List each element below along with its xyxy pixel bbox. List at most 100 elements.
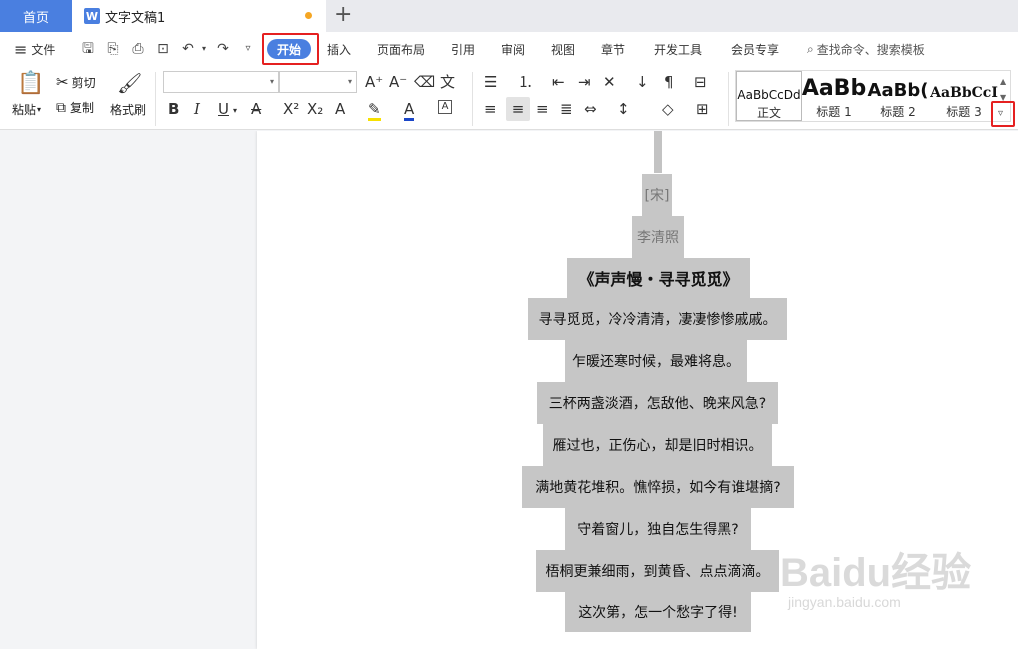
- shading-icon[interactable]: ◇: [662, 100, 674, 118]
- new-tab-button[interactable]: +: [334, 2, 352, 28]
- grow-font-icon[interactable]: A⁺: [365, 73, 383, 91]
- customize-toolbar-icon[interactable]: ▿: [240, 41, 256, 57]
- superscript-icon[interactable]: X²: [283, 100, 299, 118]
- underline-dropdown-icon[interactable]: ▾: [233, 102, 237, 120]
- format-painter-label: 格式刷: [110, 103, 147, 117]
- poem-line-2: 乍暖还寒时候，最难将息。: [565, 340, 747, 382]
- baidu-watermark-url: jingyan.baidu.com: [788, 594, 901, 610]
- scissors-icon: ✂: [56, 73, 69, 91]
- undo-dropdown-icon[interactable]: ▾: [196, 41, 212, 57]
- align-right-icon[interactable]: ≡: [536, 100, 549, 118]
- command-search[interactable]: ⌕ 查找命令、搜索模板: [807, 32, 925, 66]
- divider: [155, 72, 156, 126]
- format-painter-button[interactable]: 格式刷: [110, 101, 146, 118]
- paste-button[interactable]: 粘贴 ▾: [12, 101, 41, 118]
- redo-icon[interactable]: ↷: [215, 41, 231, 57]
- align-left-icon[interactable]: ≡: [484, 100, 497, 118]
- justify-icon[interactable]: ≣: [560, 100, 573, 118]
- menu-page-layout[interactable]: 页面布局: [377, 32, 425, 66]
- show-marks-icon[interactable]: ¶: [664, 73, 674, 91]
- file-menu[interactable]: ≡ 文件: [14, 32, 55, 66]
- style-heading-3-label: 标题 3: [946, 105, 982, 119]
- shrink-font-icon[interactable]: A⁻: [389, 73, 407, 91]
- chinese-layout-icon[interactable]: ✕: [603, 73, 616, 91]
- bullet-list-icon[interactable]: ☰: [484, 73, 497, 91]
- save-icon[interactable]: 🖫: [80, 41, 96, 57]
- paste-label: 粘贴: [12, 103, 37, 117]
- poem-line-5: 满地黄花堆积。憔悴损，如今有谁堪摘?: [522, 466, 794, 508]
- font-color-icon[interactable]: A: [404, 100, 415, 121]
- format-painter-icon[interactable]: 🖌: [117, 72, 142, 94]
- italic-icon[interactable]: I: [194, 100, 200, 118]
- align-center-icon[interactable]: ≡: [506, 97, 530, 121]
- highlight-color-icon[interactable]: ✎: [368, 100, 381, 121]
- copy-icon: ⧉: [56, 99, 66, 116]
- copy-label: 复制: [70, 101, 95, 115]
- menu-view[interactable]: 视图: [551, 32, 575, 66]
- pinyin-guide-icon[interactable]: 文: [440, 73, 455, 91]
- divider: [728, 72, 729, 126]
- poem-line-7: 梧桐更兼细雨，到黄昏、点点滴滴。: [536, 550, 779, 592]
- cut-label: 剪切: [71, 75, 96, 90]
- numbered-list-icon[interactable]: ⒈: [518, 73, 533, 91]
- highlight-box-styles-expand: [991, 101, 1015, 127]
- strikethrough-icon[interactable]: A: [251, 100, 261, 118]
- search-icon: ⌕: [807, 41, 814, 56]
- style-heading-1-label: 标题 1: [816, 105, 852, 119]
- tab-home[interactable]: 首页: [0, 0, 72, 32]
- tab-document[interactable]: W 文字文稿1: [72, 0, 326, 32]
- menu-insert[interactable]: 插入: [327, 32, 351, 66]
- menu-developer-tools[interactable]: 开发工具: [654, 32, 702, 66]
- style-heading-2[interactable]: AaBb( 标题 2: [866, 71, 930, 121]
- poem-author: 李清照: [632, 216, 684, 258]
- sort-icon[interactable]: ↓: [636, 73, 649, 91]
- style-heading-3-preview: AaBbCcI: [930, 85, 998, 101]
- borders-icon[interactable]: ⊞: [696, 100, 709, 118]
- style-heading-3[interactable]: AaBbCcI 标题 3: [930, 71, 998, 121]
- font-size-select[interactable]: ▾: [279, 71, 357, 93]
- menu-references[interactable]: 引用: [451, 32, 475, 66]
- copy-button[interactable]: ⧉ 复制: [56, 99, 94, 116]
- text-effect-icon[interactable]: A: [335, 100, 345, 118]
- poem-line-1: 寻寻觅觅，冷冷清清，凄凄惨惨戚戚。: [528, 298, 787, 340]
- menu-section[interactable]: 章节: [601, 32, 625, 66]
- poem-title: 《声声慢・寻寻觅觅》: [567, 258, 750, 298]
- distributed-icon[interactable]: ⇔: [584, 100, 597, 118]
- poem-line-6: 守着窗儿，独自怎生得黑?: [565, 508, 751, 550]
- command-search-placeholder: 查找命令、搜索模板: [816, 42, 925, 57]
- style-heading-2-preview: AaBb(: [867, 80, 929, 101]
- paste-icon[interactable]: 📋: [17, 72, 44, 96]
- highlight-box-start: [262, 33, 319, 65]
- increase-indent-icon[interactable]: ⇥: [578, 73, 591, 91]
- print-icon[interactable]: ⎙: [130, 41, 146, 57]
- ruler-icon[interactable]: ⊟: [694, 73, 707, 91]
- clear-format-icon[interactable]: ⌫: [414, 73, 435, 91]
- poem-line-8: 这次第，怎一个愁字了得!: [565, 592, 751, 632]
- style-heading-1[interactable]: AaBb 标题 1: [802, 71, 866, 121]
- style-normal[interactable]: AaBbCcDd 正文: [736, 71, 802, 121]
- undo-icon[interactable]: ↶: [180, 41, 196, 57]
- decrease-indent-icon[interactable]: ⇤: [552, 73, 565, 91]
- style-normal-preview: AaBbCcDd: [737, 88, 801, 102]
- menu-member[interactable]: 会员专享: [731, 32, 779, 66]
- line-spacing-icon[interactable]: ↕: [617, 100, 630, 118]
- style-normal-label: 正文: [756, 106, 781, 120]
- poem-line-4: 雁过也，正伤心，却是旧时相识。: [543, 424, 772, 466]
- cut-button[interactable]: ✂ 剪切: [56, 73, 96, 91]
- document-title: 文字文稿1: [105, 10, 166, 26]
- subscript-icon[interactable]: X₂: [307, 100, 323, 118]
- unsaved-dot-icon: [305, 12, 312, 19]
- font-name-select[interactable]: ▾: [163, 71, 279, 93]
- divider: [472, 72, 473, 126]
- menu-review[interactable]: 审阅: [501, 32, 525, 66]
- style-heading-2-label: 标题 2: [880, 105, 916, 119]
- styles-gallery: AaBbCcDd 正文 AaBb 标题 1 AaBb( 标题 2 AaBbCcI…: [735, 70, 1011, 122]
- poem-line-3: 三杯两盏淡酒，怎敌他、晚来风急?: [537, 382, 778, 424]
- export-pdf-icon[interactable]: ⎘: [105, 41, 121, 57]
- underline-icon[interactable]: U: [218, 100, 229, 118]
- char-border-icon[interactable]: A: [438, 100, 452, 114]
- baidu-watermark-logo: Baidu经验: [780, 551, 972, 595]
- print-preview-icon[interactable]: ⊡: [155, 41, 171, 57]
- poem-dynasty: [宋]: [642, 174, 672, 216]
- bold-icon[interactable]: B: [168, 100, 179, 118]
